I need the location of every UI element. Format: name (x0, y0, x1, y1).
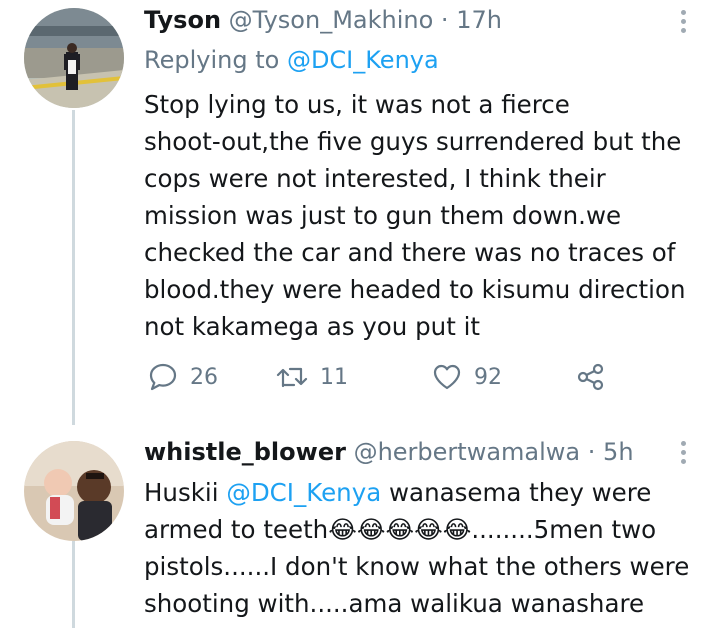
reply-count: 26 (190, 364, 218, 390)
tweet-text: Huskii @DCI_Kenya wanasema they were arm… (144, 474, 704, 622)
mention-link[interactable]: @DCI_Kenya (226, 478, 381, 507)
timestamp[interactable]: 5h (603, 438, 633, 466)
avatar[interactable] (24, 8, 124, 108)
display-name[interactable]: Tyson (144, 6, 221, 34)
share-icon (577, 363, 604, 391)
vertical-dots-icon[interactable] (681, 441, 687, 468)
like-button[interactable]: 92 (432, 362, 502, 392)
separator: · (440, 6, 449, 34)
tweet-tyson[interactable]: Tyson @Tyson_Makhino · 17h Replying to @… (0, 0, 719, 425)
display-name[interactable]: whistle_blower (144, 438, 346, 466)
retweet-count: 11 (320, 364, 348, 390)
separator: · (587, 438, 596, 466)
thread-line (72, 541, 75, 628)
tweet-header: whistle_blower @herbertwamalwa · 5h (144, 437, 634, 467)
avatar[interactable] (24, 441, 124, 541)
timestamp[interactable]: 17h (456, 6, 502, 34)
like-count: 92 (474, 364, 502, 390)
retweet-button[interactable]: 11 (276, 362, 348, 392)
mention-link[interactable]: @DCI_Kenya (287, 46, 439, 74)
username[interactable]: @herbertwamalwa (354, 438, 581, 466)
tweet-actions: 26 11 92 (144, 362, 624, 402)
tweet-text-start: Huskii (144, 478, 227, 507)
tweet-text: Stop lying to us, it was not a fierce sh… (144, 90, 686, 341)
avatar-photo (24, 8, 124, 108)
thread-line (72, 110, 75, 425)
retweet-icon (276, 367, 308, 388)
tweet-header: Tyson @Tyson_Makhino · 17h (144, 5, 502, 35)
replying-to-label: Replying to (144, 46, 287, 74)
share-button[interactable] (576, 362, 606, 392)
reply-button[interactable]: 26 (148, 362, 218, 392)
replying-to: Replying to @DCI_Kenya (144, 44, 439, 76)
heart-icon (433, 364, 461, 390)
username[interactable]: @Tyson_Makhino (229, 6, 434, 34)
vertical-dots-icon[interactable] (681, 10, 687, 37)
speech-bubble-icon (149, 363, 177, 391)
avatar-photo (24, 441, 124, 541)
